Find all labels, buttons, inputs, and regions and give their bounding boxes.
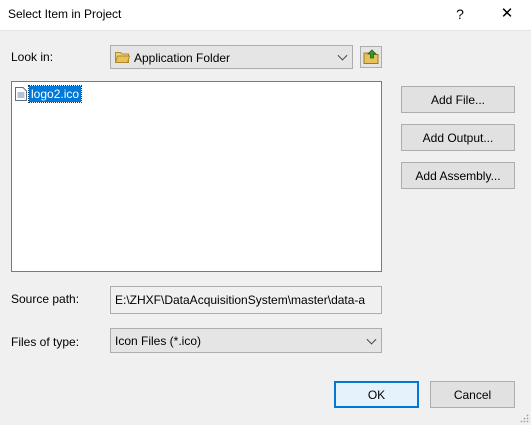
title-bar: Select Item in Project ? ✕: [0, 0, 531, 31]
files-of-type-combo[interactable]: Icon Files (*.ico): [110, 328, 382, 353]
files-of-type-label: Files of type:: [11, 335, 80, 349]
up-one-level-button[interactable]: [360, 46, 382, 68]
look-in-value: Application Folder: [134, 51, 231, 65]
add-assembly-button[interactable]: Add Assembly...: [401, 162, 515, 189]
source-path-label: Source path:: [11, 292, 80, 306]
close-button[interactable]: ✕: [493, 3, 521, 25]
look-in-combo[interactable]: Application Folder: [110, 45, 353, 69]
resize-grip-icon[interactable]: [519, 413, 529, 423]
file-list[interactable]: logo2.ico: [11, 81, 382, 272]
folder-up-icon: [363, 49, 379, 64]
window-title: Select Item in Project: [8, 7, 122, 21]
files-of-type-value: Icon Files (*.ico): [115, 334, 202, 348]
open-folder-icon: [115, 52, 130, 63]
look-in-label: Look in:: [11, 50, 54, 64]
chevron-down-icon: [366, 334, 377, 345]
cancel-button[interactable]: Cancel: [430, 381, 515, 408]
ok-button[interactable]: OK: [334, 381, 419, 408]
source-path-field[interactable]: E:\ZHXF\DataAcquisitionSystem\master\dat…: [110, 286, 382, 314]
add-output-button[interactable]: Add Output...: [401, 124, 515, 151]
help-button[interactable]: ?: [447, 3, 473, 25]
add-file-button[interactable]: Add File...: [401, 86, 515, 113]
chevron-down-icon: [337, 50, 348, 61]
file-icon: [15, 87, 27, 101]
file-name: logo2.ico: [27, 85, 83, 103]
list-item[interactable]: logo2.ico: [15, 85, 83, 103]
